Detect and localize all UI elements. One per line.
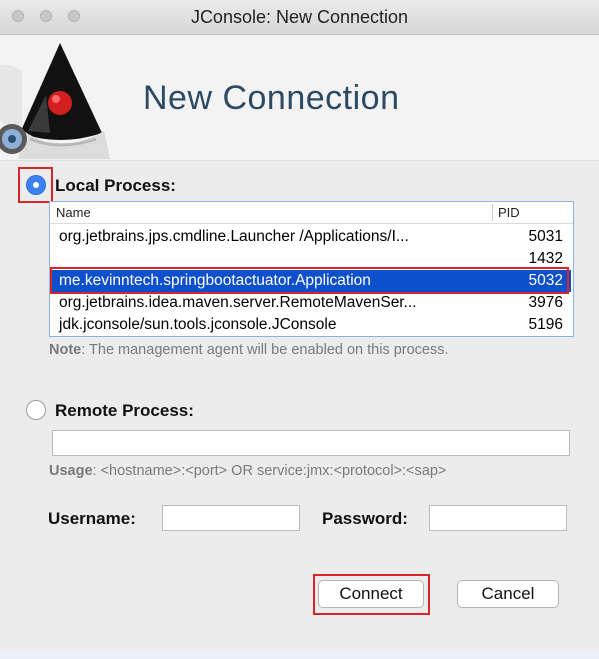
column-divider — [492, 204, 493, 221]
selected-row-highlight — [50, 267, 569, 294]
username-input[interactable] — [162, 505, 300, 531]
banner-title: New Connection — [143, 79, 400, 117]
table-row[interactable]: jdk.jconsole/sun.tools.jconsole.JConsole… — [52, 314, 571, 336]
jconsole-window: JConsole: New Connection New Connection … — [0, 0, 599, 659]
remote-process-label: Remote Process: — [55, 401, 194, 420]
connect-button[interactable]: Connect — [318, 580, 424, 608]
process-name: org.jetbrains.jps.cmdline.Launcher /Appl… — [59, 228, 409, 245]
table-row[interactable]: org.jetbrains.jps.cmdline.Launcher /Appl… — [52, 226, 571, 248]
password-label: Password: — [322, 509, 408, 528]
username-label: Username: — [48, 509, 136, 528]
header-divider — [50, 223, 573, 224]
usage-text: : <hostname>:<port> OR service:jmx:<prot… — [92, 463, 447, 479]
duke-mascot-logo — [0, 43, 110, 159]
local-note: Note: The management agent will be enabl… — [49, 342, 449, 358]
note-text: : The management agent will be enabled o… — [81, 342, 449, 358]
remote-usage: Usage: <hostname>:<port> OR service:jmx:… — [49, 463, 446, 479]
process-pid: 5196 — [528, 316, 563, 333]
local-process-label: Local Process: — [55, 176, 176, 195]
remote-address-input[interactable] — [52, 430, 570, 456]
column-header-name[interactable]: Name — [56, 202, 91, 223]
table-row[interactable]: org.jetbrains.idea.maven.server.RemoteMa… — [52, 292, 571, 314]
password-input[interactable] — [429, 505, 567, 531]
process-pid: 5031 — [528, 228, 563, 245]
usage-label: Usage — [49, 463, 93, 479]
title-bar: JConsole: New Connection — [0, 0, 599, 35]
column-header-pid[interactable]: PID — [498, 202, 520, 223]
banner: New Connection — [0, 35, 599, 161]
window-bottom-edge — [0, 652, 599, 659]
remote-process-radio[interactable] — [26, 400, 46, 420]
process-pid: 3976 — [528, 294, 563, 311]
local-process-radio[interactable] — [26, 175, 46, 195]
cancel-button[interactable]: Cancel — [457, 580, 559, 608]
process-name: jdk.jconsole/sun.tools.jconsole.JConsole — [59, 316, 337, 333]
window-title: JConsole: New Connection — [190, 7, 409, 27]
process-pid: 1432 — [528, 250, 563, 267]
process-name: org.jetbrains.idea.maven.server.RemoteMa… — [59, 294, 417, 311]
note-label: Note — [49, 342, 82, 358]
